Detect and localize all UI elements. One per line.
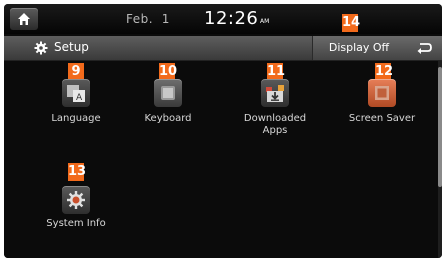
menu-item-label: Language: [51, 113, 101, 124]
gear-icon: [34, 41, 48, 55]
display-off-button[interactable]: Display Off: [312, 36, 406, 60]
menu-item-label: Screen Saver: [348, 113, 416, 124]
home-button[interactable]: [10, 8, 38, 30]
date-display: Feb. 1: [126, 12, 170, 26]
menu-item-downloaded-apps[interactable]: 11 Downloaded Apps: [230, 61, 320, 161]
head-unit-screen: Feb. 1 12:26 AM Setup Display Off 14 9 A…: [4, 4, 442, 258]
status-bar: Feb. 1 12:26 AM: [4, 4, 442, 34]
scrollbar-thumb[interactable]: [438, 67, 442, 187]
back-button[interactable]: [405, 36, 442, 60]
svg-text:A: A: [76, 93, 83, 103]
menu-item-label: Keyboard: [144, 113, 192, 124]
clock-ampm: AM: [260, 18, 270, 25]
menu-item-screen-saver[interactable]: 12 Screen Saver: [337, 61, 427, 145]
clock-time: 12:26: [204, 8, 259, 29]
menu-item-keyboard[interactable]: 10 Keyboard: [123, 61, 213, 145]
system-info-icon: [62, 186, 90, 214]
language-icon: A: [62, 79, 90, 107]
back-arrow-icon: [417, 43, 432, 54]
menu-item-language[interactable]: 9 A Language: [31, 61, 121, 145]
setup-menu-grid: 9 A Language 10 Keyboard 11 Downloaded A…: [4, 61, 442, 258]
screen-saver-icon: [368, 79, 396, 107]
menu-item-label: Downloaded Apps: [243, 113, 307, 136]
home-icon: [18, 13, 30, 25]
page-title: Setup: [54, 40, 89, 54]
callout-badge-13: 13: [68, 163, 87, 181]
callout-badge-14: 14: [342, 14, 361, 32]
menu-item-label: System Info: [46, 218, 106, 229]
title-bar: Setup Display Off 14: [4, 14, 442, 61]
keyboard-icon: [154, 79, 182, 107]
downloaded-apps-icon: [261, 79, 289, 107]
scrollbar[interactable]: [438, 61, 442, 258]
screenshot-frame: Feb. 1 12:26 AM Setup Display Off 14 9 A…: [0, 0, 446, 262]
menu-item-system-info[interactable]: 13 System Info: [31, 163, 121, 248]
